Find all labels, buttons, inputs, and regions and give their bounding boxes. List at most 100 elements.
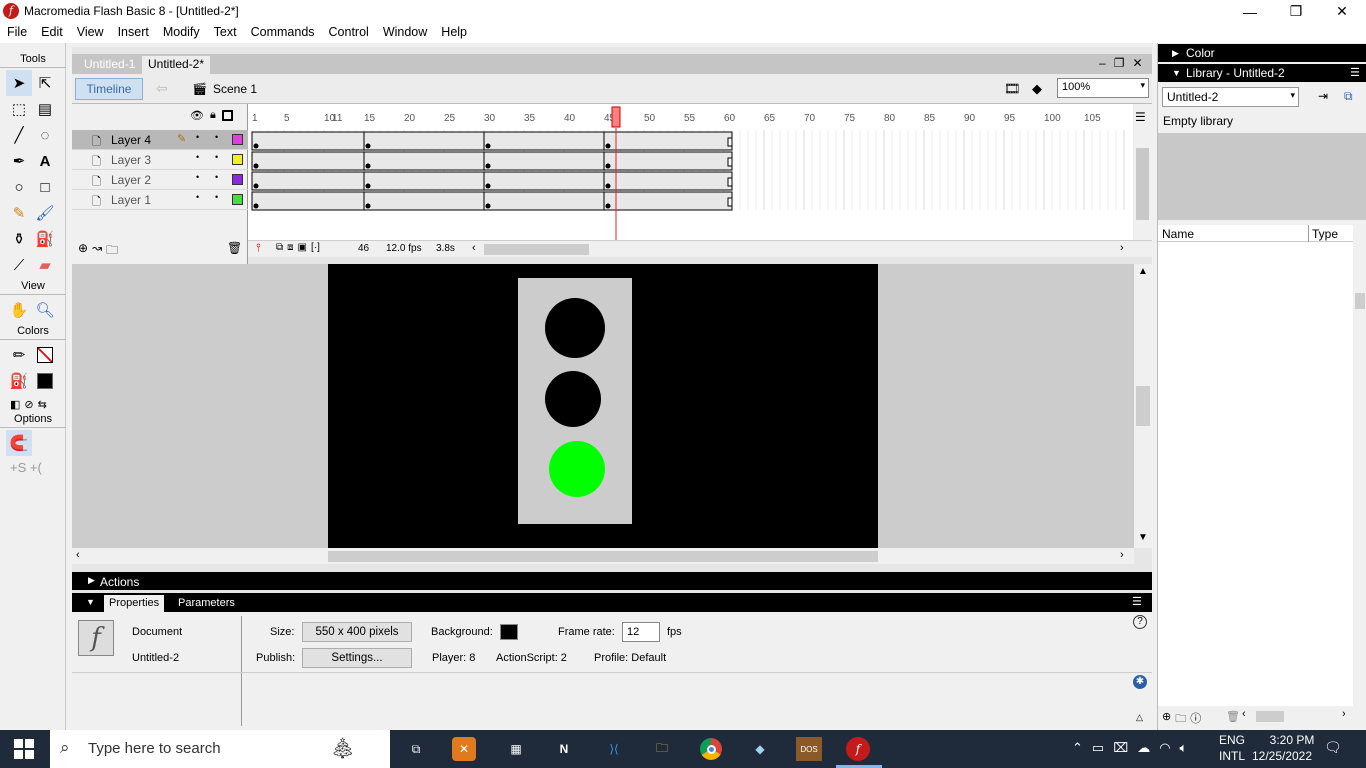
timeline-hscroll-thumb[interactable] <box>484 244 589 255</box>
column-type[interactable]: Type <box>1312 227 1338 241</box>
notion-icon[interactable]: N <box>550 735 578 763</box>
eraser-tool[interactable]: ▰ <box>32 252 58 278</box>
edit-symbol-icon[interactable]: ◆ <box>1032 81 1042 97</box>
scroll-left-icon[interactable]: ‹ <box>1242 708 1246 720</box>
scroll-left-icon[interactable]: ‹ <box>472 242 476 254</box>
scroll-thumb[interactable] <box>1136 148 1149 220</box>
menu-insert[interactable]: Insert <box>111 23 156 43</box>
scroll-right-icon[interactable]: › <box>1342 708 1346 720</box>
doc-tab-untitled-2[interactable]: Untitled-2* <box>142 56 211 74</box>
snap-to-objects-button[interactable]: 🧲 <box>6 430 32 456</box>
brush-tool[interactable]: 🖌 <box>32 200 58 226</box>
add-guide-layer-icon[interactable]: ↝ <box>92 241 102 262</box>
wifi-icon[interactable]: ◠ <box>1159 740 1170 756</box>
library-list[interactable] <box>1158 242 1353 706</box>
tab-parameters[interactable]: Parameters <box>178 595 235 612</box>
notifications-icon[interactable]: 🗨︎ <box>1324 739 1342 756</box>
top-light[interactable] <box>545 298 605 358</box>
lasso-tool[interactable]: ◌ <box>32 122 58 148</box>
collapse-triangle-icon[interactable]: ▼ <box>86 597 95 607</box>
layer-row[interactable]: 🗋︎ Layer 2 • • <box>72 170 248 190</box>
stage-hscroll[interactable]: ‹ › <box>72 548 1134 564</box>
stage-vscroll-thumb[interactable] <box>1136 386 1150 426</box>
scroll-left-icon[interactable]: ‹ <box>76 549 80 561</box>
menu-help[interactable]: Help <box>434 23 474 43</box>
language-top[interactable]: ENG <box>1219 733 1245 747</box>
layer-row[interactable]: 🗋︎ Layer 4 ✎ • • <box>72 130 248 150</box>
zoom-select[interactable]: 100% ▾ <box>1057 78 1149 98</box>
menu-window[interactable]: Window <box>376 23 434 43</box>
layer-row[interactable]: 🗋︎ Layer 1 • • <box>72 190 248 210</box>
library-hscroll-thumb[interactable] <box>1256 711 1284 722</box>
edit-multiple-icon[interactable]: ▣ <box>298 242 307 253</box>
layer-color-swatch[interactable] <box>232 134 243 145</box>
smooth-icon[interactable]: +S <box>10 460 26 475</box>
no-color-icon[interactable]: ⊘ <box>24 398 33 411</box>
menu-view[interactable]: View <box>70 23 111 43</box>
visibility-dot[interactable]: • <box>196 192 199 202</box>
frames-grid[interactable]: 1 5 10 15 20 25 30 35 40 45 50 55 60 65 70 75 80 85 90 95 10… <box>248 104 1133 240</box>
stage[interactable] <box>328 264 878 548</box>
ink-bottle-tool[interactable]: ⚱ <box>6 226 32 252</box>
edit-scene-icon[interactable]: 🎞︎ <box>1004 81 1021 97</box>
pencil-tool[interactable]: ✎ <box>6 200 32 226</box>
size-button[interactable]: 550 x 400 pixels <box>302 622 412 642</box>
pen-tool[interactable]: ✒ <box>6 148 32 174</box>
traffic-light-housing[interactable] <box>518 278 632 524</box>
doc-tab-untitled-1[interactable]: Untitled-1 <box>78 56 141 74</box>
eye-icon[interactable]: 👁︎ <box>190 109 204 122</box>
stage-vscroll[interactable]: ▲ ▼ <box>1134 264 1152 548</box>
subselect-tool[interactable]: ⇱ <box>32 70 58 96</box>
zoom-tool[interactable]: 🔍︎ <box>32 297 58 323</box>
color-panel-header[interactable]: ▶ Color <box>1158 44 1366 62</box>
chevron-up-icon[interactable]: ⌃ <box>1072 740 1083 756</box>
fill-color-tool[interactable]: ⛽ <box>6 368 32 394</box>
modify-markers-icon[interactable]: [·] <box>311 242 320 253</box>
volume-icon[interactable]: 🔈︎ <box>1180 740 1188 756</box>
lock-dot[interactable]: • <box>215 192 218 202</box>
layer-color-swatch[interactable] <box>232 194 243 205</box>
timeline-toggle-button[interactable]: Timeline <box>75 78 143 100</box>
battery-icon[interactable]: ▭ <box>1092 740 1104 756</box>
oval-tool[interactable]: ○ <box>6 174 32 200</box>
hand-tool[interactable]: ✋ <box>6 297 32 323</box>
chrome-icon[interactable] <box>697 735 725 763</box>
lock-dot[interactable]: • <box>215 152 218 162</box>
scroll-right-icon[interactable]: › <box>1120 549 1124 561</box>
menu-commands[interactable]: Commands <box>244 23 322 43</box>
lock-icon[interactable]: 🔒︎ <box>210 109 216 122</box>
paint-bucket-tool[interactable]: ⛽ <box>32 226 58 252</box>
library-hscroll[interactable]: ‹ › <box>1242 708 1352 722</box>
library-select[interactable]: Untitled-2 ▾ <box>1162 87 1299 107</box>
stroke-color-swatch[interactable] <box>32 342 58 368</box>
vscode-icon[interactable]: ⟩⟨ <box>600 735 628 763</box>
scroll-down-icon[interactable]: ▼ <box>1138 532 1148 543</box>
file-explorer-icon[interactable]: 🗀 <box>648 735 676 763</box>
library-scroll-thumb[interactable] <box>1355 293 1365 309</box>
middle-light[interactable] <box>545 371 601 427</box>
bottom-light[interactable] <box>549 441 605 497</box>
help-icon[interactable]: ? <box>1133 615 1147 629</box>
tab-properties[interactable]: Properties <box>104 595 165 612</box>
stage-hscroll-thumb[interactable] <box>328 551 878 562</box>
scroll-right-icon[interactable]: › <box>1120 242 1124 254</box>
library-vscroll[interactable] <box>1353 225 1366 706</box>
layer-row[interactable]: 🗋︎ Layer 3 • • <box>72 150 248 170</box>
framerate-input[interactable] <box>622 622 660 642</box>
language-bottom[interactable]: INTL <box>1219 749 1245 763</box>
visibility-dot[interactable]: • <box>196 132 199 142</box>
menu-text[interactable]: Text <box>207 23 244 43</box>
clock-time[interactable]: 3:20 PM <box>1260 733 1324 747</box>
onion-skin-icon[interactable]: ⧉ <box>276 242 283 253</box>
panel-menu-icon[interactable]: ☰ <box>1350 66 1360 79</box>
new-folder-icon[interactable]: 🗀 <box>1175 710 1186 729</box>
timeline-vscroll[interactable]: ☰ <box>1133 104 1152 240</box>
lock-dot[interactable]: • <box>215 132 218 142</box>
text-tool[interactable]: A <box>32 148 58 174</box>
doc-minimize-icon[interactable]: – <box>1099 56 1106 70</box>
windows-start-icon[interactable] <box>14 739 34 759</box>
doc-restore-icon[interactable]: ❐ <box>1114 56 1125 70</box>
menu-file[interactable]: File <box>0 23 34 43</box>
menu-edit[interactable]: Edit <box>34 23 70 43</box>
black-white-icon[interactable]: ◧ <box>10 398 20 411</box>
